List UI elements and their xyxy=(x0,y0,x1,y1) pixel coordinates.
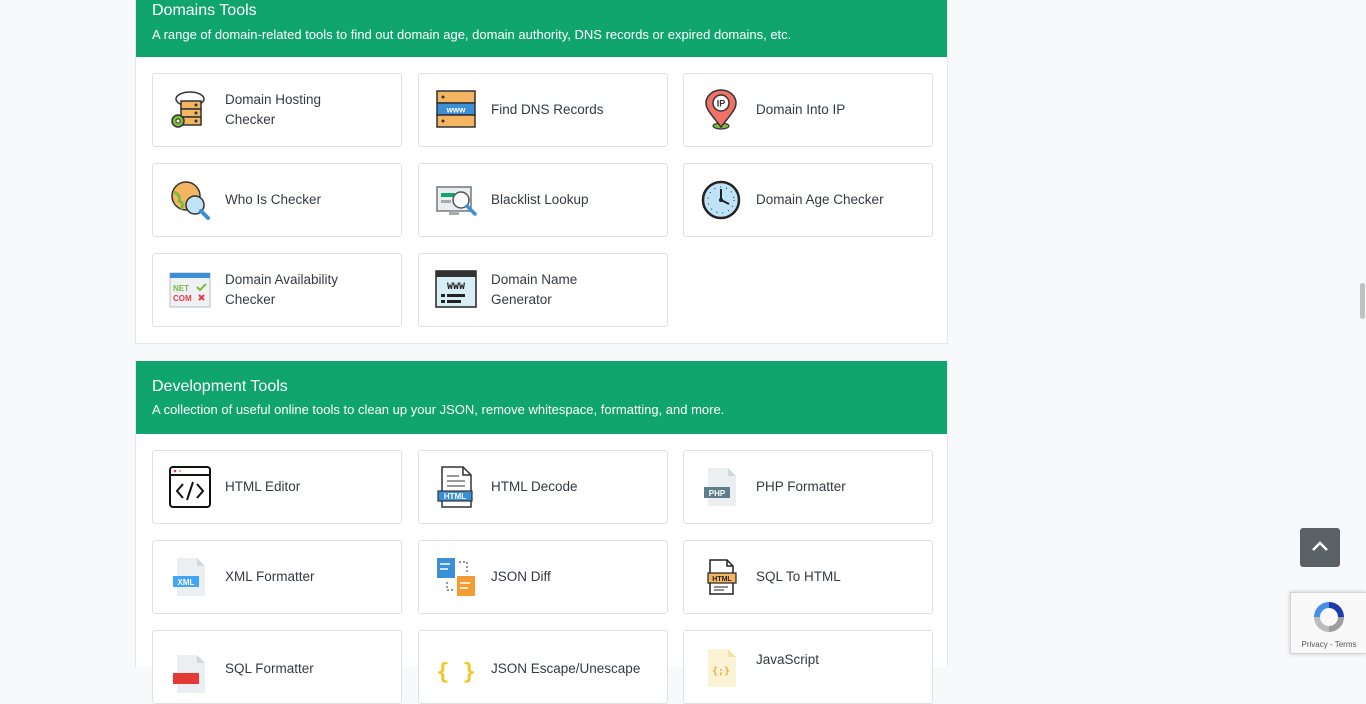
tool-label: HTML Decode xyxy=(491,479,578,494)
section-title: Development Tools xyxy=(152,378,288,395)
tool-card-sql-to-html[interactable]: HTML SQL To HTML xyxy=(683,540,933,614)
domains-tools-section: Domains Tools A range of domain-related … xyxy=(135,0,948,344)
svg-text:HTML: HTML xyxy=(712,576,732,583)
chevron-up-icon xyxy=(1311,539,1329,557)
svg-text:{;}: {;} xyxy=(712,666,730,677)
tool-label: Domain Age Checker xyxy=(756,192,884,207)
tool-card-php-formatter[interactable]: PHP PHP Formatter xyxy=(683,450,933,524)
development-tools-section: Development Tools A collection of useful… xyxy=(135,361,948,704)
html-file-icon: HTML xyxy=(435,466,477,508)
scrollbar-thumb[interactable] xyxy=(1360,283,1365,319)
code-window-icon xyxy=(169,466,211,508)
domain-extension-icon: NET COM xyxy=(169,269,211,311)
tool-card-find-dns-records[interactable]: www Find DNS Records xyxy=(418,73,668,147)
tool-label: XML Formatter xyxy=(225,569,315,584)
tool-card-domain-age-checker[interactable]: Domain Age Checker xyxy=(683,163,933,237)
tool-label: HTML Editor xyxy=(225,479,301,494)
svg-text:{ }: { } xyxy=(436,660,476,685)
svg-text:COM: COM xyxy=(173,294,192,303)
recaptcha-footer-links[interactable]: Privacy - Terms xyxy=(1291,640,1366,649)
tool-label: Domain Into IP xyxy=(756,102,846,117)
section-title: Domains Tools xyxy=(152,2,257,19)
svg-text:HTML: HTML xyxy=(444,492,466,501)
sql-file-icon xyxy=(169,653,211,695)
tool-label: JSON Escape/Unescape xyxy=(491,661,641,676)
www-window-icon: WWW xyxy=(435,269,477,311)
tool-card-blacklist-lookup[interactable]: Blacklist Lookup xyxy=(418,163,668,237)
scroll-to-top-button[interactable] xyxy=(1300,528,1340,567)
tool-card-sql-formatter[interactable]: SQL Formatter xyxy=(152,630,402,704)
tool-card-xml-formatter[interactable]: XML XML Formatter xyxy=(152,540,402,614)
tool-card-domain-hosting-checker[interactable]: Domain Hosting Checker xyxy=(152,73,402,147)
dns-server-icon: www xyxy=(435,89,477,131)
recaptcha-badge[interactable]: Privacy - Terms xyxy=(1290,592,1366,654)
tool-label: PHP Formatter xyxy=(756,479,846,494)
tool-card-who-is-checker[interactable]: Who Is Checker xyxy=(152,163,402,237)
recaptcha-icon xyxy=(1309,599,1349,642)
tool-label: Domain Name Generator xyxy=(491,272,578,307)
svg-text:www: www xyxy=(446,106,466,115)
svg-text:IP: IP xyxy=(717,99,726,109)
tool-label: JavaScript xyxy=(756,652,820,667)
tool-label: Domain Hosting Checker xyxy=(225,92,322,127)
braces-icon: { } xyxy=(435,653,477,695)
hosting-server-icon xyxy=(169,89,211,131)
tool-label: SQL To HTML xyxy=(756,569,841,584)
tool-label: JSON Diff xyxy=(491,569,551,584)
ip-pin-icon: IP xyxy=(700,89,742,131)
tool-label: SQL Formatter xyxy=(225,661,314,676)
globe-search-icon xyxy=(169,179,211,221)
tool-card-javascript[interactable]: {;} JavaScript xyxy=(683,630,933,704)
tool-card-domain-into-ip[interactable]: IP Domain Into IP xyxy=(683,73,933,147)
tool-card-domain-availability-checker[interactable]: NET COM Domain Availability Checker xyxy=(152,253,402,327)
tool-card-html-decode[interactable]: HTML HTML Decode xyxy=(418,450,668,524)
svg-text:WWW: WWW xyxy=(447,282,465,293)
domains-tools-header: Domains Tools A range of domain-related … xyxy=(136,0,947,57)
tool-card-domain-name-generator[interactable]: WWW Domain Name Generator xyxy=(418,253,668,327)
tool-label: Find DNS Records xyxy=(491,102,604,117)
tool-card-json-diff[interactable]: JSON Diff xyxy=(418,540,668,614)
section-subtitle: A collection of useful online tools to c… xyxy=(152,402,725,417)
svg-text:NET: NET xyxy=(173,284,189,293)
section-subtitle: A range of domain-related tools to find … xyxy=(152,27,792,42)
clock-icon xyxy=(700,179,742,221)
tool-card-html-editor[interactable]: HTML Editor xyxy=(152,450,402,524)
php-file-icon: PHP xyxy=(700,466,742,508)
xml-file-icon: XML xyxy=(169,556,211,598)
js-file-icon: {;} xyxy=(700,647,742,689)
svg-text:XML: XML xyxy=(178,578,195,587)
tool-label: Domain Availability Checker xyxy=(225,272,339,307)
tool-label: Blacklist Lookup xyxy=(491,192,589,207)
development-tools-header: Development Tools A collection of useful… xyxy=(136,361,947,434)
tool-label: Who Is Checker xyxy=(225,192,322,207)
svg-text:PHP: PHP xyxy=(709,489,726,498)
json-diff-icon xyxy=(435,556,477,598)
monitor-search-icon xyxy=(435,179,477,221)
html-page-icon: HTML xyxy=(700,556,742,598)
tool-card-json-escape-unescape[interactable]: { } JSON Escape/Unescape xyxy=(418,630,668,704)
